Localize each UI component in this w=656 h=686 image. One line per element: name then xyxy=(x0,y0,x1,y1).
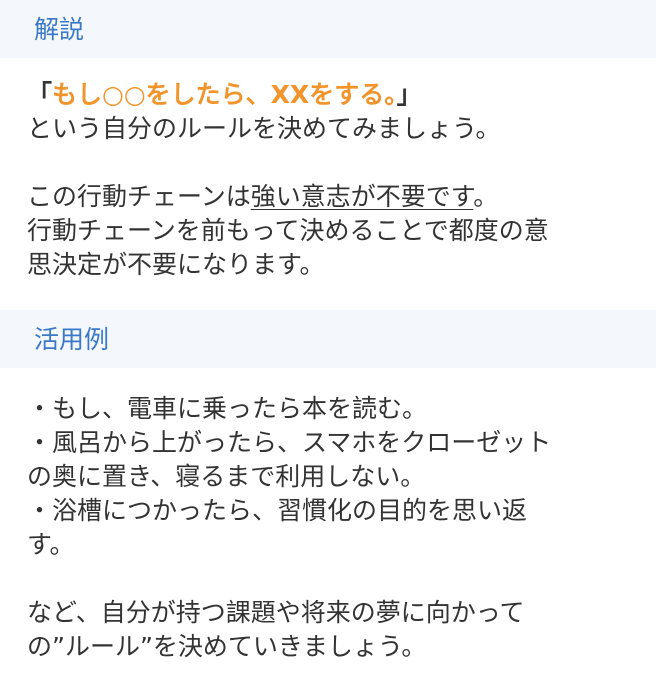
explanation-line-3: この行動チェーンは強い意志が不要です。 xyxy=(27,180,636,214)
explanation-body: 「もし○○をしたら、XXをする。」 という自分のルールを決めてみましょう。 この… xyxy=(0,58,656,310)
examples-body: ・もし、電車に乗ったら本を読む。 ・風呂から上がったら、スマホをクローゼット の… xyxy=(0,368,656,664)
explanation-line-5: 思決定が不要になります。 xyxy=(27,250,325,279)
example-line: の奥に置き、寝るまで利用しない。 xyxy=(27,462,426,491)
line3-after: 。 xyxy=(473,182,499,211)
explanation-line-2: という自分のルールを決めてみましょう。 xyxy=(27,114,501,143)
line3-before: この行動チェーンは xyxy=(27,182,251,211)
section-title-examples: 活用例 xyxy=(34,324,110,354)
rule-open-bracket: 「 xyxy=(27,80,53,109)
example-line: ・風呂から上がったら、スマホをクローゼット xyxy=(27,428,552,457)
section-examples: 活用例 ・もし、電車に乗ったら本を読む。 ・風呂から上がったら、スマホをクローゼ… xyxy=(0,310,656,664)
example-line: ・浴槽につかったら、習慣化の目的を思い返 xyxy=(27,496,528,525)
example-line: ・もし、電車に乗ったら本を読む。 xyxy=(27,394,428,423)
rule-close-bracket: 」 xyxy=(396,80,422,109)
closing-line: など、自分が持つ課題や将来の夢に向かって xyxy=(27,598,525,627)
explanation-line-4: 行動チェーンを前もって決めることで都度の意 xyxy=(27,216,549,245)
rule-highlight-text: もし○○をしたら、XXをする。 xyxy=(52,80,397,109)
example-line: す。 xyxy=(27,530,75,559)
underlined-emphasis: 強い意志が不要です xyxy=(250,182,474,211)
section-header-examples: 活用例 xyxy=(0,310,656,368)
section-title-explanation: 解説 xyxy=(34,14,85,44)
section-explanation: 解説 「もし○○をしたら、XXをする。」 という自分のルールを決めてみましょう。… xyxy=(0,0,656,310)
rule-line: 「もし○○をしたら、XXをする。」 xyxy=(27,78,636,112)
closing-line: の”ルール”を決めていきましょう。 xyxy=(27,632,427,661)
section-header-explanation: 解説 xyxy=(0,0,656,58)
